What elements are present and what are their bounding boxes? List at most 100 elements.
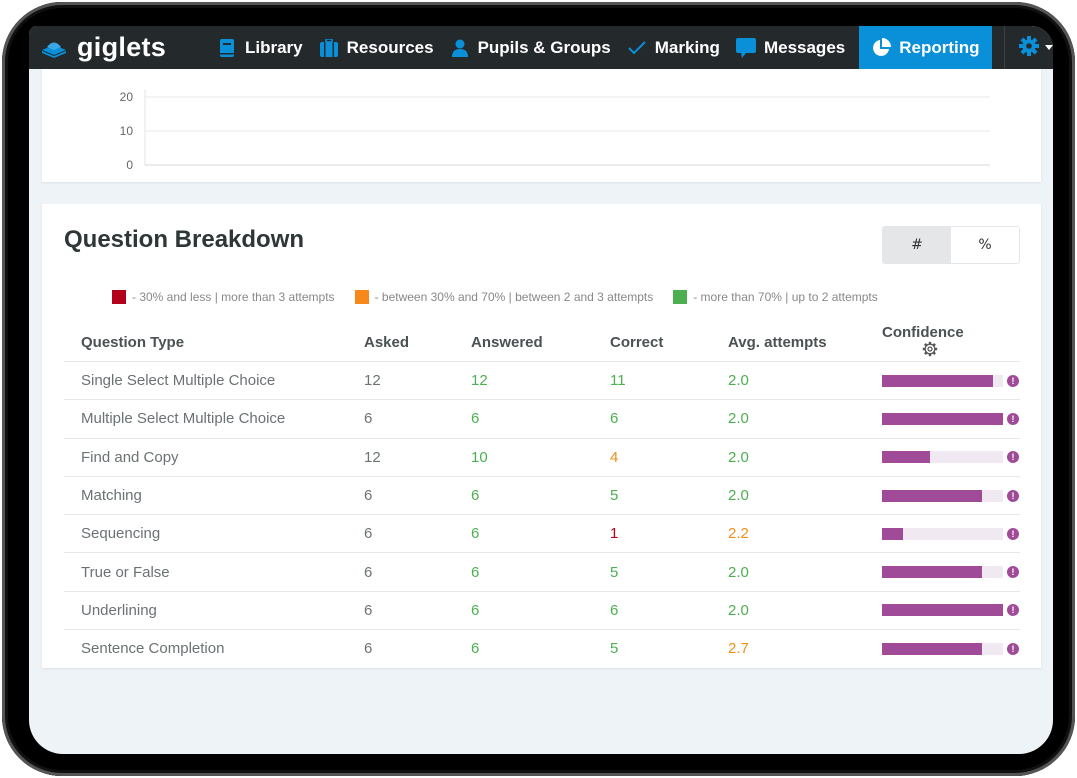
percent-toggle-button[interactable]: % (951, 227, 1019, 263)
confidence-bar-fill (882, 604, 1003, 617)
info-icon[interactable]: ! (1007, 412, 1019, 425)
confidence-meter: ! (882, 527, 1020, 540)
confidence-bar-fill (882, 374, 994, 387)
table-row[interactable]: Find and Copy 12 10 4 2.0 ! (64, 438, 1020, 477)
question-type-cell: Single Select Multiple Choice (64, 361, 347, 401)
nav-marking[interactable]: Marking (619, 26, 728, 69)
answered-cell: 6 (454, 552, 593, 592)
info-icon[interactable]: ! (1007, 604, 1019, 617)
nav-pupils-groups[interactable]: Pupils & Groups (442, 26, 619, 69)
attempts-chart-panel: 0 10 20 (42, 69, 1041, 182)
asked-cell: 12 (347, 361, 454, 401)
nav-library-label: Library (245, 37, 303, 57)
book-icon (217, 38, 237, 58)
asked-cell: 6 (347, 514, 454, 554)
nav-reporting[interactable]: Reporting (859, 26, 992, 69)
info-icon[interactable]: ! (1007, 374, 1019, 387)
question-type-cell: Find and Copy (64, 438, 347, 477)
confidence-bar-track (882, 374, 1003, 387)
brand[interactable]: giglets (39, 32, 209, 63)
confidence-cell: ! (865, 591, 1020, 631)
avg-attempts-cell: 2.0 (711, 438, 865, 477)
brand-name: giglets (77, 32, 167, 62)
count-percent-toggle: # % (882, 226, 1020, 264)
speech-bubble-icon (735, 37, 756, 58)
info-icon[interactable]: ! (1007, 566, 1019, 579)
nav-messages[interactable]: Messages (728, 26, 853, 69)
correct-cell: 5 (593, 476, 711, 516)
legend-label-mid: - between 30% and 70% | between 2 and 3 … (374, 290, 654, 304)
asked-cell: 6 (364, 640, 373, 658)
confidence-meter: ! (882, 604, 1020, 617)
confidence-cell: ! (865, 399, 1020, 439)
correct-cell: 5 (610, 640, 619, 658)
info-icon[interactable]: ! (1007, 489, 1019, 502)
screen: giglets Library Resources Pupils & Group… (29, 26, 1053, 754)
avg-attempts-cell: 2.0 (711, 591, 865, 631)
correct-cell: 1 (593, 514, 711, 554)
confidence-meter: ! (882, 566, 1020, 579)
answered-cell: 6 (471, 640, 480, 658)
nav-library[interactable]: Library (209, 26, 311, 69)
answered-cell: 6 (454, 476, 593, 516)
legend-item-high: - more than 70% | up to 2 attempts (673, 290, 878, 304)
confidence-bar-fill (882, 566, 983, 579)
nav-resources-label: Resources (346, 37, 434, 57)
nav-marking-label: Marking (654, 37, 720, 57)
info-icon[interactable]: ! (1007, 527, 1019, 540)
checkmark-icon (627, 38, 647, 58)
question-breakdown-panel: Question Breakdown # % - 30% and less | … (42, 204, 1041, 668)
question-breakdown-table: Question Type Asked Answered Correct Avg… (64, 324, 1020, 668)
table-row[interactable]: Single Select Multiple Choice 12 12 11 2… (64, 361, 1020, 401)
info-icon[interactable]: ! (1007, 451, 1019, 464)
avg-attempts-cell: 2.0 (711, 552, 865, 592)
confidence-bar-track (882, 527, 1003, 540)
count-toggle-button[interactable]: # (883, 227, 951, 263)
confidence-bar-fill (882, 451, 931, 464)
attempts-chart: 0 10 20 (120, 89, 990, 172)
correct-cell: 6 (593, 399, 711, 439)
question-type-cell: Matching (64, 476, 347, 516)
book-stack-icon (39, 37, 69, 59)
col-answered: Answered (454, 324, 593, 362)
asked-cell: 6 (347, 552, 454, 592)
confidence-cell: ! (865, 552, 1020, 592)
confidence-meter: ! (882, 451, 1020, 464)
nav-messages-label: Messages (763, 37, 846, 57)
confidence-bar-fill (882, 412, 1003, 425)
table-row[interactable]: Multiple Select Multiple Choice 6 6 6 2.… (64, 399, 1020, 439)
confidence-bar-track (882, 566, 1003, 579)
col-confidence: Confidence (865, 324, 1020, 362)
confidence-cell: ! (865, 476, 1020, 516)
settings-menu[interactable] (1018, 35, 1053, 60)
answered-cell: 10 (454, 438, 593, 477)
table-row[interactable]: Matching 6 6 5 2.0 ! (64, 476, 1020, 516)
confidence-bar-track (882, 604, 1003, 617)
confidence-settings-icon[interactable] (922, 341, 938, 361)
question-type-cell: Underlining (64, 591, 347, 631)
question-type-cell: True or False (64, 552, 347, 592)
table-row[interactable]: Sequencing 6 6 1 2.2 ! (64, 514, 1020, 554)
confidence-bar-track (882, 489, 1003, 502)
avg-attempts-cell: 2.0 (711, 361, 865, 401)
confidence-meter: ! (882, 642, 1020, 655)
legend-swatch-mid (354, 290, 369, 304)
chevron-down-icon (1044, 45, 1053, 50)
table-row[interactable]: Sentence Completion 6 6 5 2.7 ! (64, 630, 1020, 668)
table-row[interactable]: Underlining 6 6 6 2.0 ! (64, 591, 1020, 631)
pie-chart-icon (871, 37, 892, 58)
confidence-bar-track (882, 642, 1003, 655)
table-row[interactable]: True or False 6 6 5 2.0 ! (64, 552, 1020, 592)
briefcase-icon (319, 38, 339, 58)
legend-label-high: - more than 70% | up to 2 attempts (693, 290, 878, 304)
nav-resources[interactable]: Resources (311, 26, 442, 69)
col-confidence-label: Confidence (882, 324, 964, 341)
confidence-bar-fill (882, 642, 983, 655)
section-title: Question Breakdown (64, 226, 305, 253)
asked-cell: 6 (347, 591, 454, 631)
asked-cell: 6 (347, 476, 454, 516)
user-icon (450, 38, 470, 58)
legend: - 30% and less | more than 3 attempts - … (112, 290, 898, 304)
info-icon[interactable]: ! (1007, 642, 1019, 655)
correct-cell: 5 (593, 552, 711, 592)
